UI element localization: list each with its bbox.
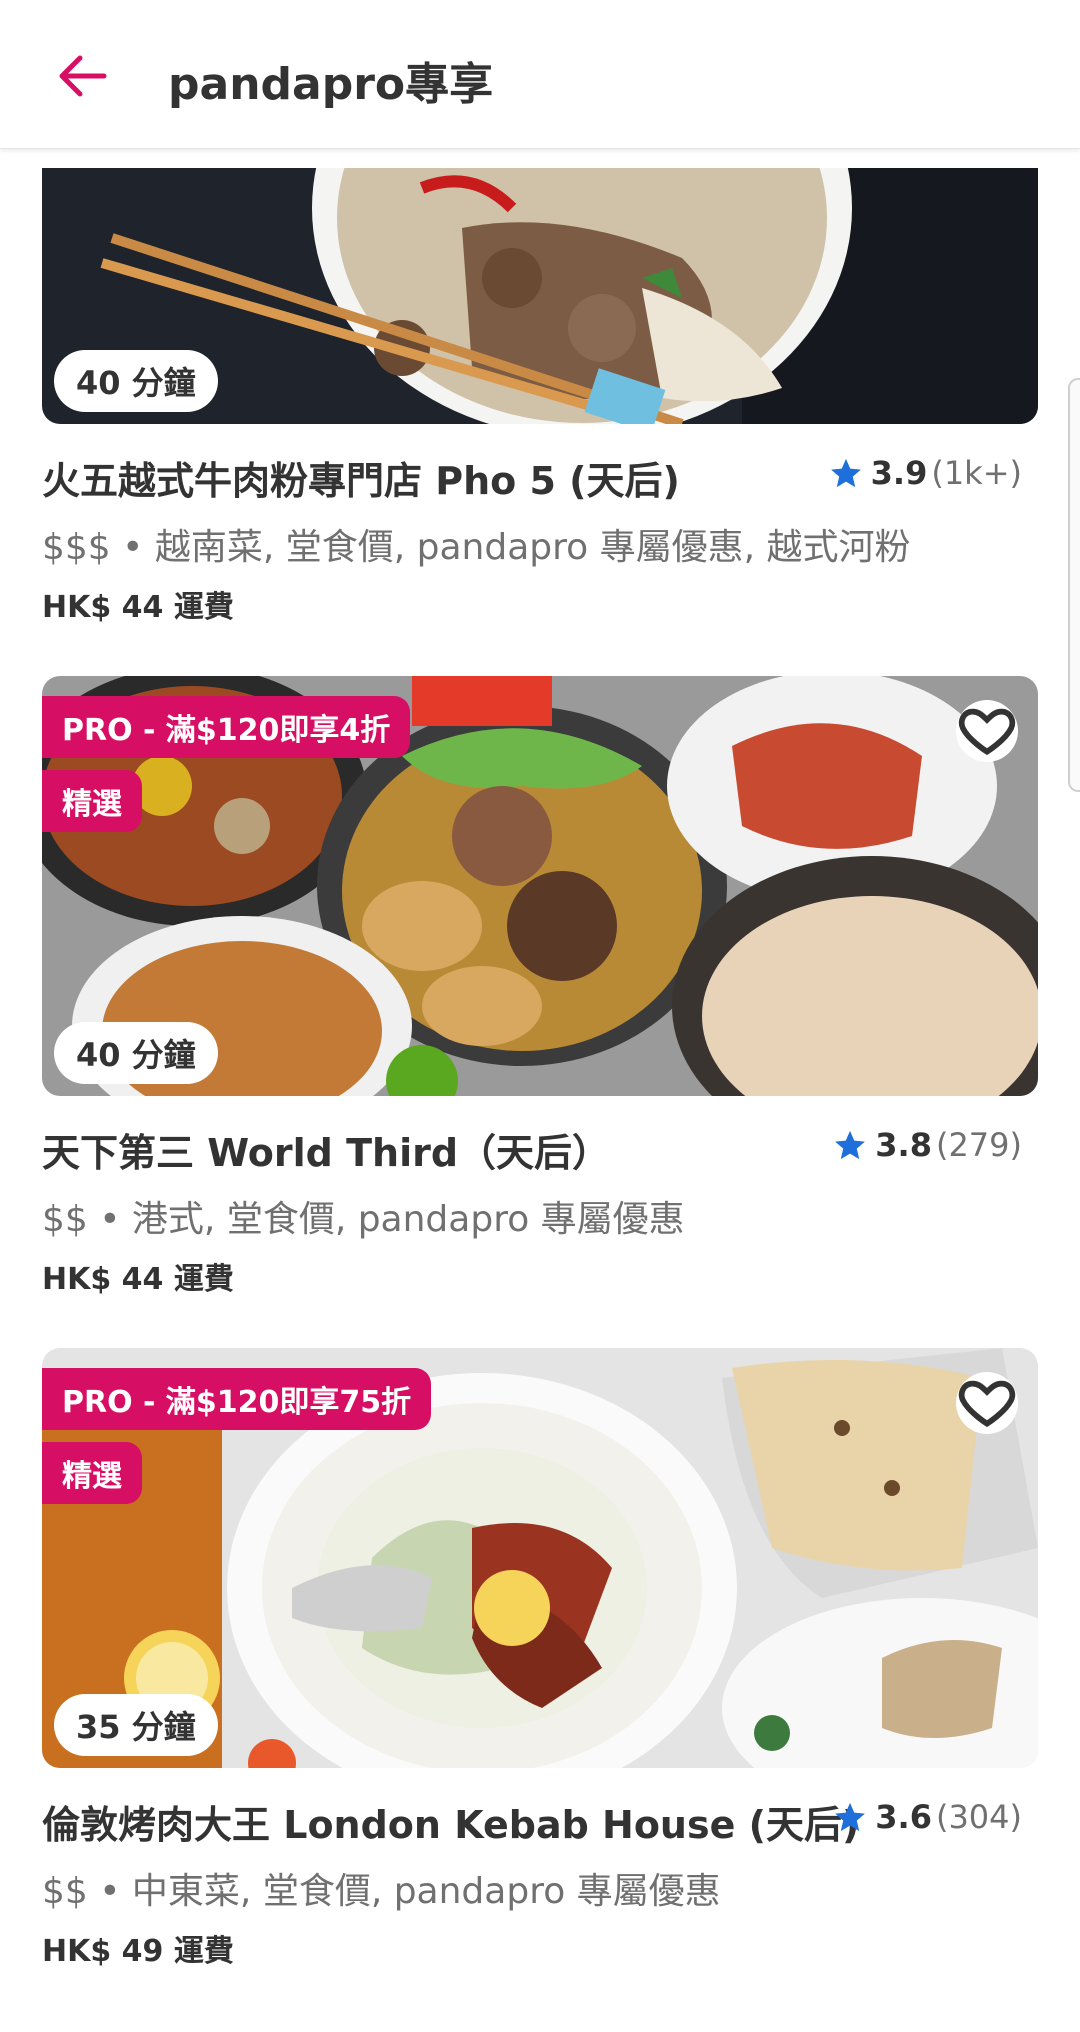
rating-value: 3.6 [875, 1798, 932, 1836]
delivery-time-badge: 35 分鐘 [54, 1694, 218, 1756]
star-icon [830, 458, 861, 488]
featured-badge: 精選 [42, 770, 142, 832]
delivery-fee: HK$ 49 運費 [42, 1934, 234, 1969]
restaurant-image[interactable]: PRO - 滿$120即享75折 精選 35 分鐘 [42, 1348, 1038, 1768]
pro-discount-badge: PRO - 滿$120即享4折 [42, 696, 411, 758]
restaurant-image[interactable]: PRO - 滿$120即享4折 精選 40 分鐘 [42, 676, 1038, 1096]
star-icon [835, 1130, 866, 1160]
app-header: pandapro專享 [0, 0, 1080, 149]
rating: 3.9 (1k+) [829, 454, 1022, 492]
featured-badge: 精選 [42, 1442, 142, 1504]
rating-value: 3.9 [870, 454, 928, 492]
delivery-fee: HK$ 44 運費 [42, 1262, 234, 1297]
rating-count: (1k+) [931, 454, 1022, 492]
favorite-button[interactable] [956, 1372, 1018, 1434]
restaurant-tags: $$$ • 越南菜, 堂食價, pandapro 專屬優惠, 越式河粉 [42, 527, 911, 568]
star-icon [835, 1802, 866, 1832]
restaurant-tags: $$ • 中東菜, 堂食價, pandapro 專屬優惠 [42, 1871, 721, 1912]
restaurant-card[interactable]: PRO - 滿$120即享4折 精選 40 分鐘 天下第三 World Thir… [42, 676, 1038, 1298]
delivery-time-badge: 40 分鐘 [54, 350, 218, 412]
rating: 3.6 (304) [833, 1798, 1022, 1836]
restaurant-name: 倫敦烤肉大王 London Kebab House (天后) [42, 1803, 860, 1847]
delivery-time-badge: 40 分鐘 [54, 1022, 218, 1084]
back-button[interactable] [52, 46, 116, 106]
restaurant-tags: $$ • 港式, 堂食價, pandapro 專屬優惠 [42, 1199, 685, 1240]
restaurant-card[interactable]: 40 分鐘 火五越式牛肉粉專門店 Pho 5 (天后) 3.9 (1k+) $$… [42, 168, 1038, 626]
rating-count: (279) [935, 1126, 1022, 1164]
restaurant-card[interactable]: PRO - 滿$120即享75折 精選 35 分鐘 倫敦烤肉大王 London … [42, 1348, 1038, 1970]
scroll-indicator[interactable] [1068, 378, 1080, 792]
restaurant-name: 火五越式牛肉粉專門店 Pho 5 (天后) [42, 459, 680, 503]
rating-value: 3.8 [875, 1126, 932, 1164]
rating-count: (304) [935, 1798, 1022, 1836]
rating: 3.8 (279) [833, 1126, 1022, 1164]
restaurant-image[interactable]: 40 分鐘 [42, 168, 1038, 424]
heart-icon [958, 1380, 1016, 1428]
pro-discount-badge: PRO - 滿$120即享75折 [42, 1368, 432, 1430]
page-title: pandapro專享 [168, 59, 494, 110]
delivery-fee: HK$ 44 運費 [42, 590, 234, 625]
favorite-button[interactable] [956, 700, 1018, 762]
restaurant-name: 天下第三 World Third（天后） [42, 1131, 611, 1175]
heart-icon [958, 708, 1016, 756]
back-arrow-icon [59, 55, 107, 97]
